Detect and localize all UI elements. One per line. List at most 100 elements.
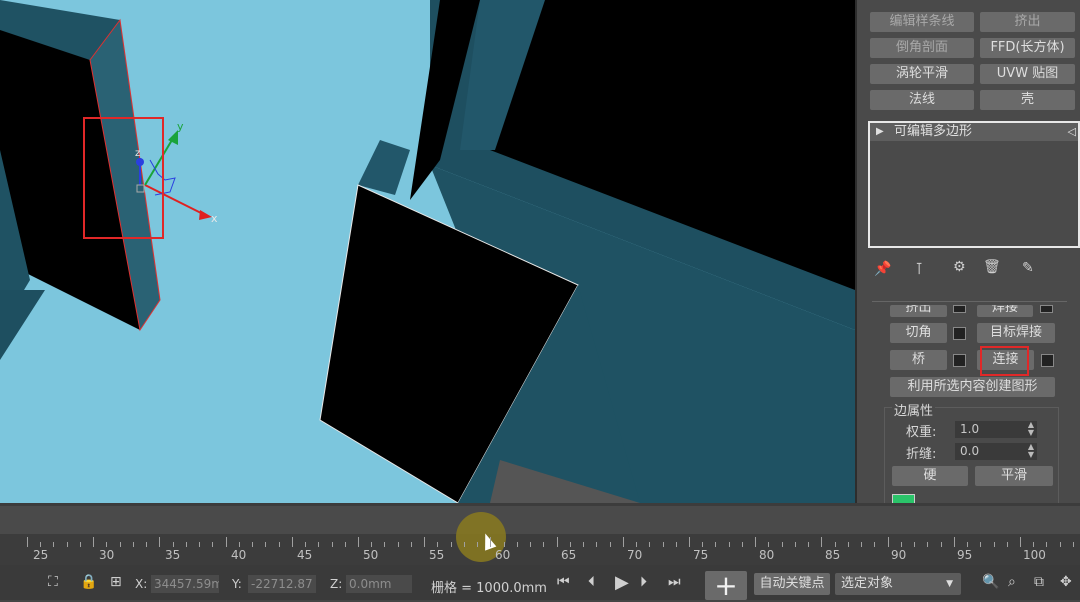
ruler-tick [847, 542, 849, 547]
ruler-tick [569, 542, 571, 547]
bridge-button[interactable]: 桥 [890, 350, 947, 370]
expand-arrow-icon[interactable]: ▶ [876, 123, 884, 141]
ruler-tick [318, 542, 320, 547]
ruler-tick [980, 542, 982, 547]
ruler-tick [887, 537, 889, 547]
ruler-tick [358, 537, 359, 547]
ruler-tick [781, 542, 783, 547]
ruler-tick [1059, 542, 1061, 547]
ruler-tick [543, 542, 545, 547]
ruler-tick [953, 537, 955, 547]
hard-button[interactable]: 硬 [892, 466, 968, 486]
spinner-arrows-icon[interactable]: ▲ ▼ [1028, 421, 1034, 437]
lock-icon[interactable]: 🔒 [80, 574, 97, 590]
ruler-tick [609, 542, 611, 547]
stack-item-editable-poly[interactable]: ▶ 可编辑多边形 ◁ [870, 123, 1078, 141]
crease-spinner[interactable]: 0.0 ▲ ▼ [955, 443, 1037, 460]
weld-settings-button[interactable] [1040, 305, 1053, 313]
ruler-frame-label: 60 [495, 548, 511, 562]
edit-spline-button[interactable]: 编辑样条线 [870, 12, 974, 32]
perspective-viewport[interactable]: y x z [0, 0, 857, 503]
time-slider-track[interactable] [0, 506, 1080, 534]
grid-size-readout: 栅格 = 1000.0mm [431, 581, 547, 596]
zoom-extents-icon[interactable]: ⧉ [1034, 574, 1044, 590]
chamfer-button[interactable]: 切角 [890, 323, 947, 343]
create-shape-button[interactable]: 利用所选内容创建图形 [890, 377, 1055, 397]
ruler-tick [212, 542, 214, 547]
extrude-button[interactable]: 挤出 [980, 12, 1075, 32]
gizmo-x-label: x [211, 212, 218, 225]
ruler-tick [516, 542, 518, 547]
orbit-icon[interactable]: ✥ [1060, 574, 1072, 590]
auto-key-button[interactable]: 自动关键点 [754, 573, 830, 595]
pin-icon[interactable]: 📌 [874, 261, 891, 277]
show-end-result-icon[interactable]: ⊺ [915, 259, 923, 278]
spinner-arrows-icon[interactable]: ▲ ▼ [1028, 443, 1034, 459]
zoom-icon[interactable]: 🔍 [982, 574, 999, 590]
weight-spinner[interactable]: 1.0 ▲ ▼ [955, 421, 1037, 438]
y-coordinate-field[interactable]: -22712.87 [248, 575, 316, 593]
extrude-settings-button[interactable] [953, 305, 966, 313]
connect-settings-button[interactable] [1041, 354, 1054, 367]
weld-edge-button[interactable]: 焊接 [977, 305, 1033, 317]
ruler-tick [755, 537, 757, 547]
normal-button[interactable]: 法线 [870, 90, 974, 110]
ruler-tick [119, 542, 121, 547]
next-frame-icon[interactable]: ⏵ [640, 574, 647, 590]
timeline-bar[interactable] [0, 503, 1080, 565]
ruler-frame-label: 50 [363, 548, 379, 562]
zoom-all-icon[interactable]: ⌕ [1008, 574, 1016, 590]
bevel-profile-button[interactable]: 倒角剖面 [870, 38, 974, 58]
ruler-tick [437, 542, 439, 547]
viewport-scene: y x z [0, 0, 855, 503]
ruler-tick [450, 542, 452, 547]
ruler-frame-label: 65 [561, 548, 577, 562]
crease-label: 折缝: [906, 447, 937, 462]
bridge-settings-button[interactable] [953, 354, 966, 367]
ruler-tick [503, 542, 505, 547]
trash-icon[interactable]: 🗑 [983, 259, 1001, 275]
extrude-edge-button[interactable]: 挤出 [890, 305, 947, 317]
ruler-tick [477, 542, 479, 547]
set-key-button[interactable]: + [705, 571, 747, 601]
make-unique-icon[interactable]: ⚙ [953, 259, 966, 275]
ruler-tick [106, 542, 108, 547]
ruler-tick [185, 542, 187, 547]
target-weld-button[interactable]: 目标焊接 [977, 323, 1055, 343]
play-icon[interactable]: ▶ [615, 572, 629, 593]
ruler-tick [159, 537, 161, 547]
ruler-tick [93, 537, 95, 547]
shell-button[interactable]: 壳 [980, 90, 1075, 110]
ruler-tick [861, 542, 863, 547]
ruler-tick [344, 542, 346, 547]
chamfer-settings-button[interactable] [953, 327, 966, 340]
go-to-start-icon[interactable]: ⏮ [557, 574, 570, 590]
ruler-tick [1033, 542, 1035, 547]
turbosmooth-button[interactable]: 涡轮平滑 [870, 64, 974, 84]
selection-frame-icon[interactable]: ⛶ [48, 574, 58, 590]
ruler-tick [291, 537, 293, 547]
ruler-tick [794, 542, 796, 547]
go-to-end-icon[interactable]: ⏭ [668, 574, 681, 590]
separator [872, 301, 1067, 302]
ruler-tick [463, 542, 465, 547]
previous-frame-icon[interactable]: ⏴ [588, 574, 595, 590]
ruler-tick [821, 537, 823, 547]
modifier-stack-list[interactable]: ▶ 可编辑多边形 ◁ [868, 121, 1080, 248]
ffd-box-button[interactable]: FFD(长方体) [980, 38, 1075, 58]
frame-ruler[interactable] [0, 535, 1080, 547]
absolute-mode-icon[interactable]: ⊞ [110, 574, 122, 590]
x-coordinate-field[interactable]: 34457.59m [151, 575, 219, 593]
ruler-frame-label: 45 [297, 548, 313, 562]
smooth-button[interactable]: 平滑 [975, 466, 1053, 486]
selected-object-dropdown[interactable]: 选定对象 ▼ [835, 573, 961, 595]
ruler-tick [1020, 537, 1021, 547]
configure-icon[interactable]: ✎ [1022, 260, 1034, 276]
ruler-tick [265, 542, 267, 547]
uvw-map-button[interactable]: UVW 贴图 [980, 64, 1075, 84]
ruler-tick [410, 542, 412, 547]
pillar-top [358, 140, 410, 195]
ruler-tick [225, 537, 227, 547]
ruler-tick [689, 537, 690, 547]
z-coordinate-field[interactable]: 0.0mm [346, 575, 412, 593]
